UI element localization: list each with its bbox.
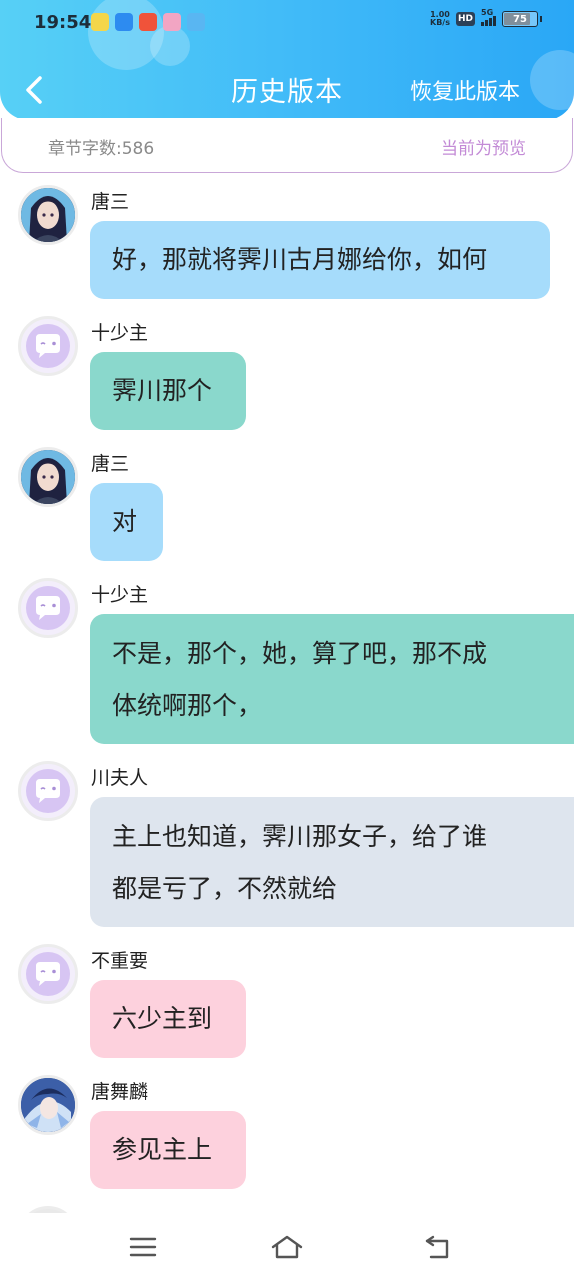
sender-name: 不重要	[91, 950, 149, 972]
chat-bubble-icon	[26, 952, 70, 996]
message-bubble[interactable]: 对	[90, 483, 163, 561]
app-notification-icon	[115, 13, 133, 31]
avatar[interactable]	[18, 1075, 78, 1135]
sender-name: 唐三	[91, 453, 130, 475]
avatar[interactable]	[18, 578, 78, 638]
message-bubble[interactable]: 六少主到	[90, 980, 246, 1058]
chat-bubble-icon	[26, 324, 70, 368]
message-text: 对	[112, 507, 138, 536]
sender-name: 唐三	[91, 191, 130, 213]
avatar[interactable]	[18, 316, 78, 376]
status-indicators: 1.00 KB/s HD 5G 75	[430, 8, 542, 27]
sender-name: 川夫人	[91, 767, 149, 789]
chat-list[interactable]: 唐三 好，那就将霁川古月娜给你，如何 十少主 霁川那个 唐三 对 十少主 不是，…	[0, 175, 574, 1213]
portrait-tangwulin-icon	[21, 1078, 75, 1132]
message-bubble[interactable]: 主上也知道，霁川那女子，给了谁 都是亏了，不然就给	[90, 797, 574, 927]
message-text: 主上也知道，霁川那女子，给了谁	[112, 822, 488, 851]
avatar[interactable]	[18, 185, 78, 245]
message-text: 体统啊那个，	[112, 691, 263, 720]
net-speed: 1.00 KB/s	[430, 11, 450, 27]
home-icon	[271, 1235, 303, 1259]
battery-nub	[540, 16, 542, 22]
chapter-info-bar: 章节字数:586 当前为预览	[1, 118, 573, 173]
message-bubble[interactable]: 霁川那个	[90, 352, 246, 430]
network-type: 5G	[481, 8, 494, 17]
avatar[interactable]	[18, 447, 78, 507]
signal-icon: 5G	[481, 8, 496, 26]
message-text: 不是，那个，她，算了吧，那不成	[112, 639, 488, 668]
message-text: 霁川那个	[112, 376, 213, 405]
back-nav-button[interactable]	[416, 1227, 460, 1267]
message-text: 都是亏了，不然就给	[112, 874, 338, 903]
avatar[interactable]	[18, 761, 78, 821]
preview-status: 当前为预览	[441, 139, 526, 159]
sender-name: 十少主	[91, 584, 149, 606]
system-nav-bar	[0, 1213, 574, 1280]
message-text: 参见主上	[112, 1135, 213, 1164]
chat-bubble-icon	[26, 769, 70, 813]
battery-icon: 75	[502, 11, 538, 27]
avatar[interactable]	[18, 944, 78, 1004]
restore-version-button[interactable]: 恢复此版本	[410, 74, 520, 106]
menu-button[interactable]	[121, 1227, 165, 1267]
net-speed-unit: KB/s	[430, 18, 450, 27]
status-time: 19:54	[34, 12, 92, 33]
app-notification-icon	[187, 13, 205, 31]
status-bar: 19:54 1.00 KB/s HD 5G 75	[0, 0, 574, 46]
message-text: 好，那就将霁川古月娜给你，如何	[112, 245, 488, 274]
message-bubble[interactable]: 参见主上	[90, 1111, 246, 1189]
sender-name: 唐舞麟	[91, 1081, 149, 1103]
app-notification-icon	[139, 13, 157, 31]
portrait-tangsan-icon	[21, 450, 75, 504]
avatar[interactable]	[18, 1206, 78, 1213]
message-bubble[interactable]: 好，那就将霁川古月娜给你，如何	[90, 221, 550, 299]
notification-icons	[91, 13, 205, 31]
home-button[interactable]	[265, 1227, 309, 1267]
header-bar: 19:54 1.00 KB/s HD 5G 75 历史版本 恢复此版本	[0, 0, 574, 120]
sender-name: 十少主	[91, 322, 149, 344]
back-arrow-icon	[425, 1235, 449, 1259]
message-bubble[interactable]: 不是，那个，她，算了吧，那不成 体统啊那个，	[90, 614, 574, 744]
battery-level: 75	[513, 13, 527, 25]
app-notification-icon	[163, 13, 181, 31]
chat-bubble-icon	[26, 586, 70, 630]
hd-icon: HD	[455, 12, 475, 26]
message-text: 六少主到	[112, 1004, 213, 1033]
menu-icon	[129, 1237, 157, 1257]
word-count: 章节字数:586	[48, 139, 155, 159]
portrait-tangsan-icon	[21, 188, 75, 242]
app-notification-icon	[91, 13, 109, 31]
